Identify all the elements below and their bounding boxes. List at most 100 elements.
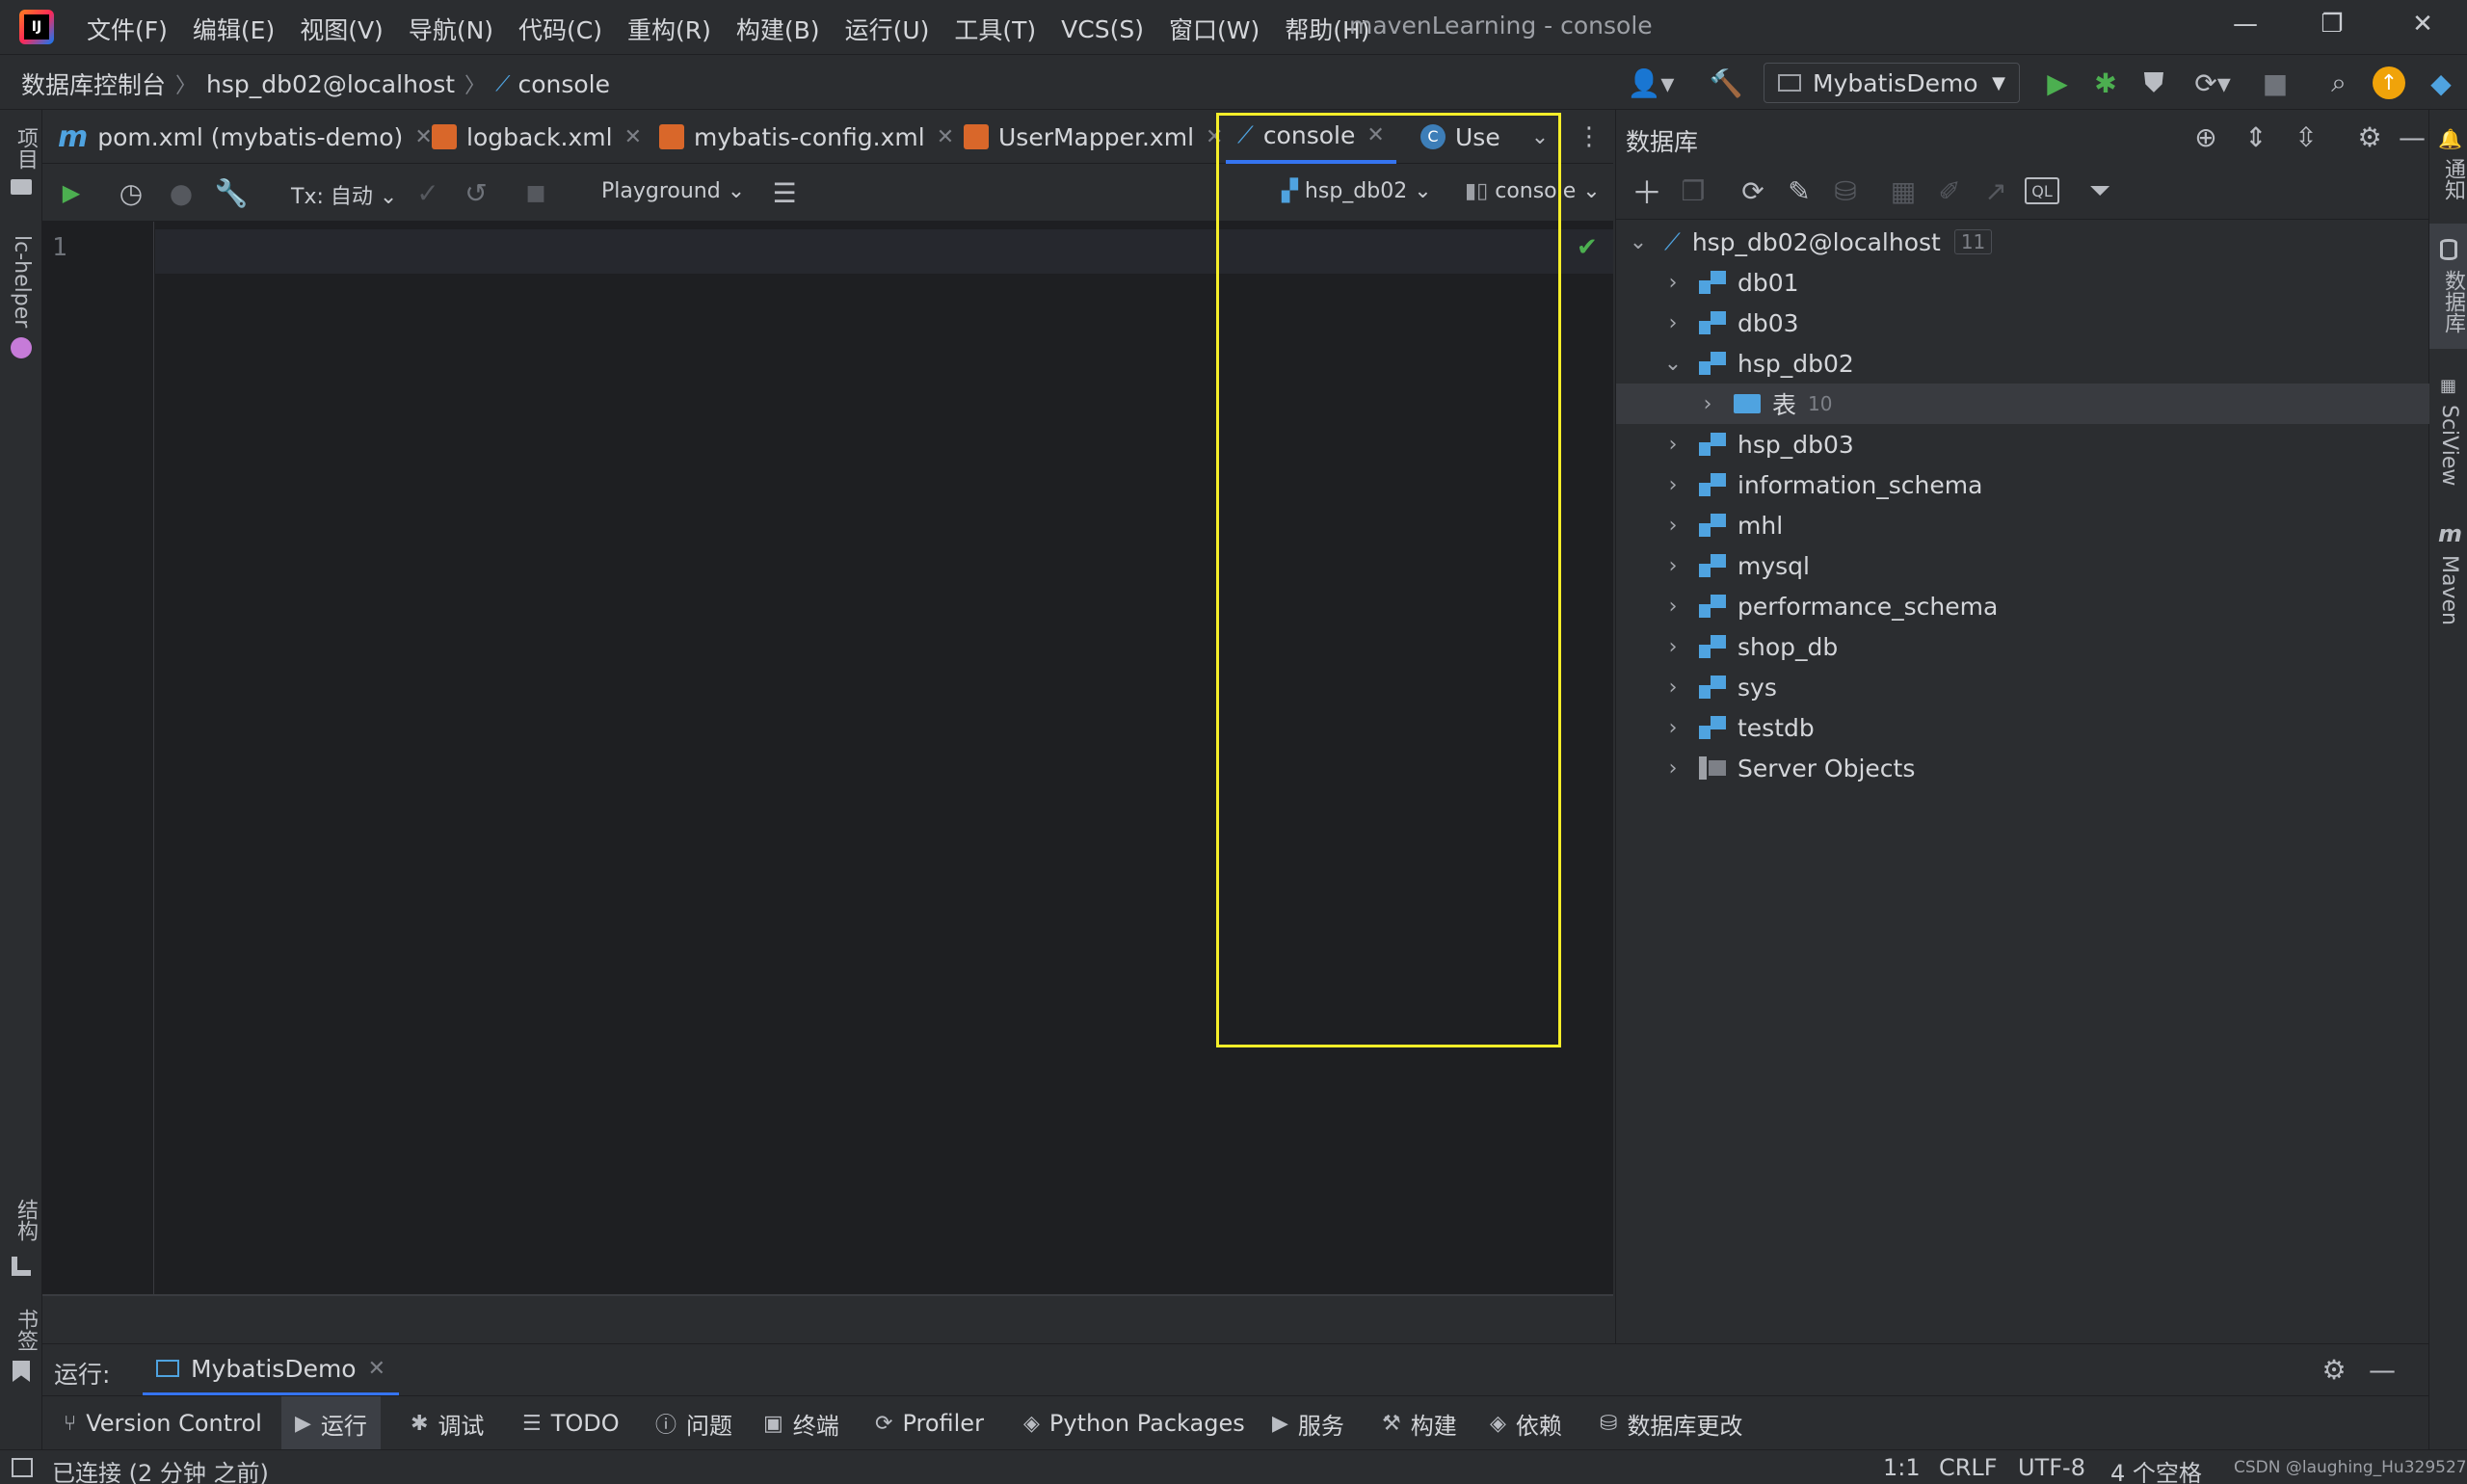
tree-item-sys[interactable]: › sys [1660, 667, 1777, 707]
minimize-icon[interactable]: — [2226, 10, 2265, 44]
run-config-select[interactable]: MybatisDemo ▼ [1764, 63, 2020, 103]
tab-usermapper-xml[interactable]: UserMapper.xml ✕ [964, 110, 1223, 164]
rollback-icon[interactable]: ↺ [459, 175, 493, 210]
tree-item-performance-schema[interactable]: › performance_schema [1660, 586, 1999, 626]
table-icon[interactable]: ▦ [1886, 173, 1921, 208]
menu-vcs[interactable]: VCS(S) [1061, 15, 1144, 43]
chevron-right-icon[interactable]: › [1695, 392, 1720, 416]
history-icon[interactable]: ◷ [114, 175, 148, 210]
tx-mode-select[interactable]: Tx: 自动 ⌄ [291, 179, 397, 210]
tool-profiler[interactable]: ⟳ Profiler [875, 1396, 984, 1450]
gear-icon[interactable]: ⚙ [2352, 119, 2387, 154]
app-logo-icon[interactable]: IJ [19, 10, 54, 44]
disconnect-icon[interactable]: ⛁ [1828, 173, 1863, 208]
structure-tool-button[interactable]: 结构 [10, 1199, 40, 1241]
tool-build[interactable]: ⚒ 构建 [1382, 1396, 1457, 1450]
gear-icon[interactable]: ⚙ [2317, 1352, 2351, 1387]
close-icon[interactable]: ✕ [414, 125, 432, 149]
menu-build[interactable]: 构建(B) [736, 12, 820, 46]
expand-all-icon[interactable]: ⇕ [2239, 119, 2273, 154]
tree-item-mhl[interactable]: › mhl [1660, 505, 1784, 545]
chevron-down-icon[interactable]: ⌄ [1626, 230, 1651, 254]
chevron-right-icon[interactable]: › [1660, 311, 1685, 335]
coverage-icon[interactable]: ⛊ [2135, 65, 2172, 101]
tree-item-server-objects[interactable]: › Server Objects [1660, 748, 1916, 788]
user-icon[interactable]: 👤▾ [1627, 65, 1675, 101]
maven-tool-button[interactable]: Maven [2437, 555, 2461, 625]
tool-database-changes[interactable]: ⛁ 数据库更改 [1600, 1396, 1742, 1450]
settings-wrench-icon[interactable]: 🔧 [214, 175, 249, 210]
more-options-icon[interactable]: ⋮ [1575, 119, 1604, 154]
hide-panel-icon[interactable]: — [2365, 1352, 2400, 1387]
close-icon[interactable]: ✕ [624, 125, 642, 149]
run-tab-mybatisdemo[interactable]: MybatisDemo ✕ [143, 1344, 400, 1396]
tool-dependencies[interactable]: ◈ 依赖 [1490, 1396, 1562, 1450]
indent-setting[interactable]: 4 个空格 [2110, 1454, 2202, 1484]
breadcrumb-item[interactable]: 数据库控制台 [21, 66, 166, 101]
notifications-tool-button[interactable]: 通知 [2437, 158, 2467, 200]
menu-run[interactable]: 运行(U) [845, 12, 930, 46]
tool-run[interactable]: ▶ 运行 [281, 1396, 381, 1450]
tree-item-db03[interactable]: › db03 [1660, 303, 1799, 343]
properties-icon[interactable]: ✎ [1782, 173, 1817, 208]
edit-icon[interactable]: ✐ [1932, 173, 1967, 208]
tab-logback-xml[interactable]: logback.xml ✕ [432, 110, 642, 164]
tool-python-packages[interactable]: ◈ Python Packages [1023, 1396, 1245, 1450]
refresh-icon[interactable]: ⟳ [1736, 173, 1770, 208]
tab-pom-xml[interactable]: m pom.xml (mybatis-demo) ✕ [58, 110, 433, 164]
chevron-right-icon[interactable]: › [1660, 514, 1685, 538]
tool-terminal[interactable]: ▣ 终端 [763, 1396, 839, 1450]
menu-code[interactable]: 代码(C) [518, 12, 602, 46]
menu-edit[interactable]: 编辑(E) [193, 12, 275, 46]
chevron-right-icon[interactable]: › [1660, 756, 1685, 781]
chevron-right-icon[interactable]: › [1660, 271, 1685, 295]
tree-item-db01[interactable]: › db01 [1660, 262, 1799, 303]
menu-view[interactable]: 视图(V) [300, 12, 384, 46]
caret-position[interactable]: 1:1 [1883, 1454, 1921, 1481]
playground-select[interactable]: Playground ⌄ [601, 179, 745, 203]
tree-item-shop-db[interactable]: › shop_db [1660, 626, 1839, 667]
plugin-logo-icon[interactable]: ◆ [2423, 65, 2459, 101]
restore-icon[interactable]: ❐ [2313, 10, 2351, 44]
breadcrumb-item[interactable]: console [517, 70, 610, 98]
filter-icon[interactable]: ⏷ [2082, 173, 2117, 208]
tool-debug[interactable]: ✱ 调试 [411, 1396, 484, 1450]
commit-icon[interactable]: ✓ [411, 175, 445, 210]
add-icon[interactable]: ＋ [1630, 173, 1664, 211]
file-encoding[interactable]: UTF-8 [2018, 1454, 2085, 1481]
output-table-icon[interactable]: ☰ [767, 175, 802, 210]
update-icon[interactable]: ↑ [2373, 66, 2405, 99]
close-icon[interactable]: ✕ [368, 1357, 385, 1381]
sciview-tool-button[interactable]: SciView [2437, 405, 2461, 486]
menu-tools[interactable]: 工具(T) [954, 12, 1036, 46]
menu-refactor[interactable]: 重构(R) [627, 12, 711, 46]
target-icon[interactable]: ⊕ [2188, 119, 2223, 154]
jump-icon[interactable]: ↗ [1978, 173, 2013, 208]
tree-item-tables[interactable]: › 表 10 [1695, 384, 1833, 424]
menu-navigate[interactable]: 导航(N) [409, 12, 493, 46]
lc-helper-tool-button[interactable]: lc-helper [10, 235, 34, 328]
chevron-right-icon[interactable]: › [1660, 595, 1685, 619]
bookmarks-tool-button[interactable]: 书签 [10, 1309, 40, 1351]
breadcrumb-item[interactable]: hsp_db02@localhost [206, 70, 455, 98]
tool-version-control[interactable]: ⑂ Version Control [64, 1396, 262, 1450]
execute-icon[interactable]: ▶ [54, 175, 89, 210]
chevron-right-icon[interactable]: › [1660, 635, 1685, 659]
line-separator[interactable]: CRLF [1939, 1454, 1998, 1481]
search-icon[interactable]: ⌕ [2321, 65, 2357, 101]
tree-item-hsp-db02[interactable]: ⌄ hsp_db02 [1660, 343, 1854, 384]
project-tool-button[interactable]: 项目 [10, 127, 40, 170]
toggle-tool-windows-icon[interactable] [12, 1458, 33, 1477]
pause-icon[interactable]: ● [164, 175, 199, 210]
chevron-right-icon[interactable]: › [1660, 433, 1685, 457]
stop-icon[interactable]: ■ [518, 175, 553, 210]
tool-todo[interactable]: ☰ TODO [522, 1396, 620, 1450]
chevron-right-icon[interactable]: › [1660, 676, 1685, 700]
debug-icon[interactable]: ✱ [2087, 65, 2124, 101]
tree-item-testdb[interactable]: › testdb [1660, 707, 1815, 748]
run-icon[interactable]: ▶ [2039, 65, 2076, 101]
copy-icon[interactable]: ❐ [1676, 173, 1711, 208]
database-tool-button[interactable]: 数据库 [2437, 270, 2467, 333]
menu-window[interactable]: 窗口(W) [1169, 12, 1260, 46]
collapse-all-icon[interactable]: ⇳ [2289, 119, 2323, 154]
